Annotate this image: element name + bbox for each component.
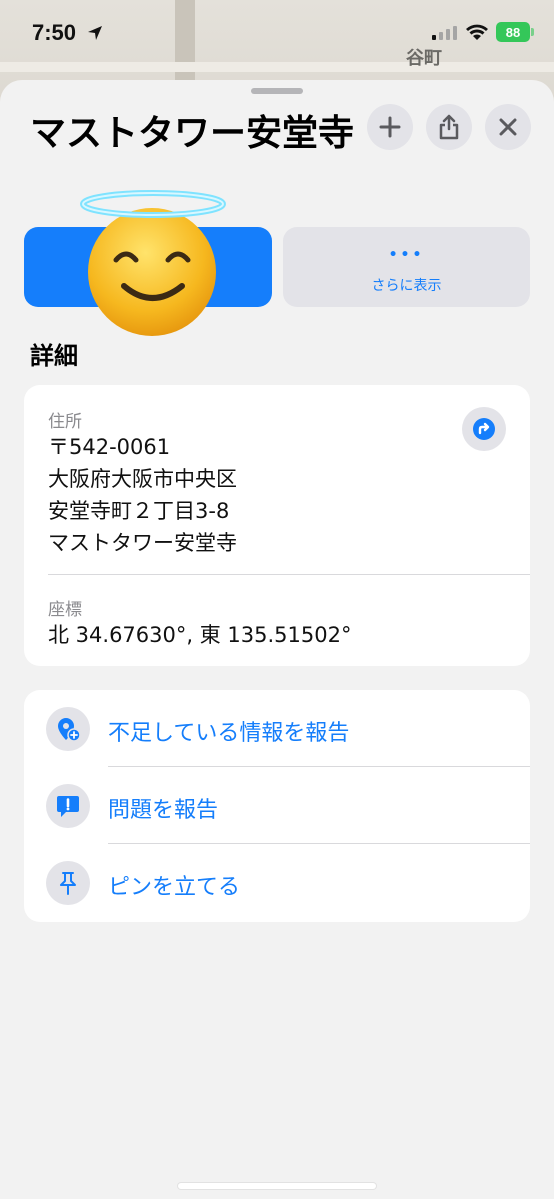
status-bar: 7:50 88: [0, 0, 554, 68]
add-button[interactable]: [367, 104, 413, 150]
address-value[interactable]: 〒542-0061 大阪府大阪市中央区 安堂寺町２丁目3-8 マストタワー安堂寺: [48, 431, 237, 559]
address-line: 〒542-0061: [48, 435, 171, 459]
directions-button[interactable]: [462, 407, 506, 451]
report-missing-info-row[interactable]: 不足している情報を報告: [24, 690, 530, 767]
address-line: マストタワー安堂寺: [48, 531, 237, 555]
report-issue-row[interactable]: 問題を報告: [24, 767, 530, 844]
coordinates-value[interactable]: 北 34.67630°, 東 135.51502°: [48, 619, 351, 649]
location-arrow-icon: [88, 26, 102, 40]
add-location-icon: [46, 707, 90, 751]
close-icon: [499, 118, 517, 136]
directions-icon: [473, 418, 495, 440]
place-title: マストタワー安堂寺: [30, 113, 355, 154]
share-icon: [439, 114, 459, 140]
report-bubble-icon: [46, 784, 90, 828]
report-issue-label: 問題を報告: [108, 798, 219, 823]
more-label: さらに表示: [371, 278, 442, 294]
close-button[interactable]: [485, 104, 531, 150]
more-button[interactable]: ••• さらに表示: [283, 227, 530, 307]
plus-icon: [379, 116, 401, 138]
address-line: 安堂寺町２丁目3-8: [48, 499, 230, 523]
share-button[interactable]: [426, 104, 472, 150]
wifi-icon: [466, 24, 488, 40]
drop-pin-row[interactable]: ピンを立てる: [24, 844, 530, 921]
options-card: 不足している情報を報告 問題を報告 ピンを立てる: [24, 690, 530, 922]
details-section-title: 詳細: [30, 342, 78, 370]
pin-icon: [46, 861, 90, 905]
place-sheet: マストタワー安堂寺 ••• さらに表示 詳細 住所 〒542-0061 大阪府大…: [0, 80, 554, 1199]
smiling-halo-emoji-icon: [80, 190, 226, 336]
cellular-signal-icon: [432, 26, 457, 40]
drop-pin-label: ピンを立てる: [108, 875, 241, 900]
details-card: 住所 〒542-0061 大阪府大阪市中央区 安堂寺町２丁目3-8 マストタワー…: [24, 385, 530, 666]
coordinates-label: 座標: [48, 600, 82, 620]
sheet-grabber[interactable]: [251, 88, 303, 94]
status-time: 7:50: [32, 20, 77, 45]
home-indicator[interactable]: [178, 1183, 376, 1189]
battery-tip: [531, 28, 534, 36]
battery-indicator: 88: [496, 22, 530, 42]
more-icon: •••: [388, 247, 425, 263]
report-missing-info-label: 不足している情報を報告: [108, 721, 350, 746]
address-label: 住所: [48, 412, 82, 432]
details-divider: [48, 574, 530, 575]
address-line: 大阪府大阪市中央区: [48, 467, 237, 491]
